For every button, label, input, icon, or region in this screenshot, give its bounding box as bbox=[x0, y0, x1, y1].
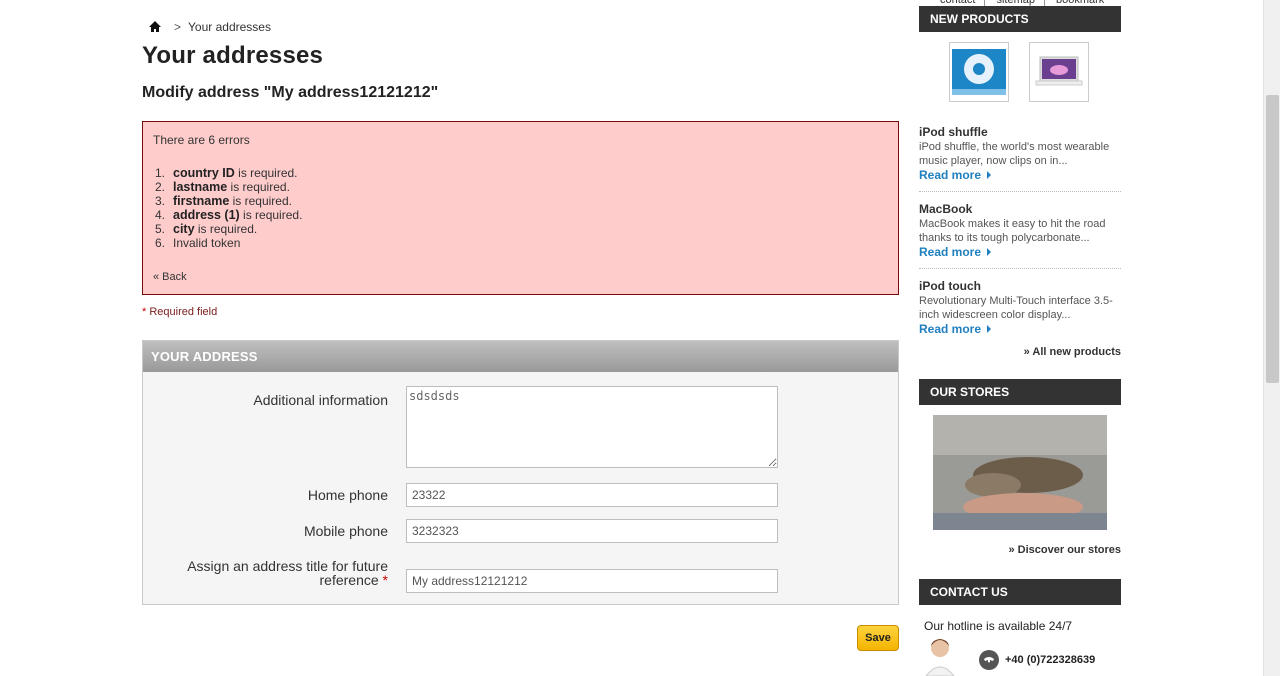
error-message: is required. bbox=[194, 222, 258, 236]
ipod-shuffle-image bbox=[952, 49, 1006, 95]
support-agent-icon bbox=[925, 639, 955, 676]
scrollbar[interactable] bbox=[1263, 0, 1280, 676]
arrow-right-icon bbox=[987, 171, 992, 179]
error-field: city bbox=[173, 222, 195, 236]
scrollbar-thumb[interactable] bbox=[1266, 95, 1279, 383]
error-field: firstname bbox=[173, 194, 230, 208]
error-item: 6. Invalid token bbox=[155, 236, 302, 250]
address-form-header: YOUR ADDRESS bbox=[143, 341, 898, 372]
error-number: 2. bbox=[155, 180, 166, 194]
divider bbox=[919, 268, 1121, 269]
arrow-right-icon bbox=[987, 325, 992, 333]
arrow-right-icon bbox=[987, 248, 992, 256]
product-description: iPod shuffle, the world's most wearable … bbox=[919, 141, 1110, 167]
hotline-text: Our hotline is available 24/7 bbox=[924, 619, 1073, 633]
error-number: 1. bbox=[155, 166, 166, 180]
required-star: * bbox=[382, 572, 388, 588]
back-link[interactable]: « Back bbox=[153, 271, 187, 283]
error-message: is required. bbox=[229, 194, 292, 208]
new-products-header: NEW PRODUCTS bbox=[919, 6, 1121, 32]
error-message: is required. bbox=[239, 208, 303, 222]
mobile-phone-input[interactable] bbox=[406, 519, 778, 543]
save-button[interactable]: Save bbox=[857, 625, 899, 651]
error-field: lastname bbox=[173, 180, 228, 194]
error-list: 1. country ID is required. 2. lastname is … bbox=[155, 166, 302, 250]
breadcrumb-current: Your addresses bbox=[188, 20, 271, 34]
phone-icon bbox=[979, 650, 999, 670]
phone-number: +40 (0)722328639 bbox=[1005, 654, 1096, 666]
read-more-text: Read more bbox=[919, 168, 982, 182]
additional-info-textarea[interactable]: sdsdsds bbox=[406, 386, 778, 468]
contact-us-header: CONTACT US bbox=[919, 579, 1121, 605]
home-phone-input[interactable] bbox=[406, 483, 778, 507]
read-more-text: Read more bbox=[919, 245, 982, 259]
breadcrumb: > Your addresses bbox=[148, 18, 271, 36]
read-more-link[interactable]: Read more bbox=[919, 168, 992, 182]
error-field: country ID bbox=[173, 166, 235, 180]
error-field: address (1) bbox=[173, 208, 240, 222]
page-subtitle: Modify address "My address12121212" bbox=[142, 84, 439, 101]
all-new-products-link[interactable]: » All new products bbox=[1024, 346, 1121, 358]
store-image[interactable] bbox=[933, 415, 1107, 530]
error-message: is required. bbox=[227, 180, 290, 194]
product-description: Revolutionary Multi-Touch interface 3.5-… bbox=[919, 295, 1113, 321]
required-field-note: * Required field bbox=[142, 306, 217, 318]
macbook-image bbox=[1035, 56, 1083, 86]
error-item: 5. city is required. bbox=[155, 222, 302, 236]
divider bbox=[919, 191, 1121, 192]
product-name[interactable]: iPod shuffle bbox=[919, 125, 988, 139]
error-item: 2. lastname is required. bbox=[155, 180, 302, 194]
page-title: Your addresses bbox=[142, 42, 324, 69]
error-number: 4. bbox=[155, 208, 166, 222]
breadcrumb-separator: > bbox=[174, 20, 182, 34]
store-photo bbox=[933, 415, 1107, 530]
error-item: 1. country ID is required. bbox=[155, 166, 302, 180]
address-form-panel: YOUR ADDRESS Additional information sdsd… bbox=[142, 340, 899, 605]
product-name[interactable]: iPod touch bbox=[919, 279, 981, 293]
error-message: is required. bbox=[234, 166, 298, 180]
mobile-phone-label: Mobile phone bbox=[303, 523, 388, 539]
product-name[interactable]: MacBook bbox=[919, 202, 972, 216]
read-more-link[interactable]: Read more bbox=[919, 245, 992, 259]
error-number: 5. bbox=[155, 222, 166, 236]
error-message: Invalid token bbox=[173, 236, 241, 250]
alias-label: Assign an address title for future refer… bbox=[143, 559, 388, 587]
product-description: MacBook makes it easy to hit the road th… bbox=[919, 218, 1106, 244]
read-more-link[interactable]: Read more bbox=[919, 322, 992, 336]
error-number: 3. bbox=[155, 194, 166, 208]
home-icon[interactable] bbox=[148, 20, 162, 34]
error-item: 4. address (1) is required. bbox=[155, 208, 302, 222]
error-item: 3. firstname is required. bbox=[155, 194, 302, 208]
required-field-text: Required field bbox=[146, 306, 218, 318]
discover-stores-link[interactable]: » Discover our stores bbox=[1009, 544, 1122, 556]
error-number: 6. bbox=[155, 236, 166, 250]
error-count: There are 6 errors bbox=[153, 133, 250, 147]
product-thumb-macbook[interactable] bbox=[1029, 42, 1089, 102]
product-thumb-ipod-shuffle[interactable] bbox=[949, 42, 1009, 102]
alias-input[interactable] bbox=[406, 569, 778, 593]
home-phone-label: Home phone bbox=[307, 487, 388, 503]
error-box: There are 6 errors 1. country ID is requi… bbox=[142, 121, 899, 295]
read-more-text: Read more bbox=[919, 322, 982, 336]
our-stores-header: OUR STORES bbox=[919, 379, 1121, 405]
additional-info-label: Additional information bbox=[253, 392, 388, 408]
alias-label-text: Assign an address title for future refer… bbox=[187, 558, 388, 588]
